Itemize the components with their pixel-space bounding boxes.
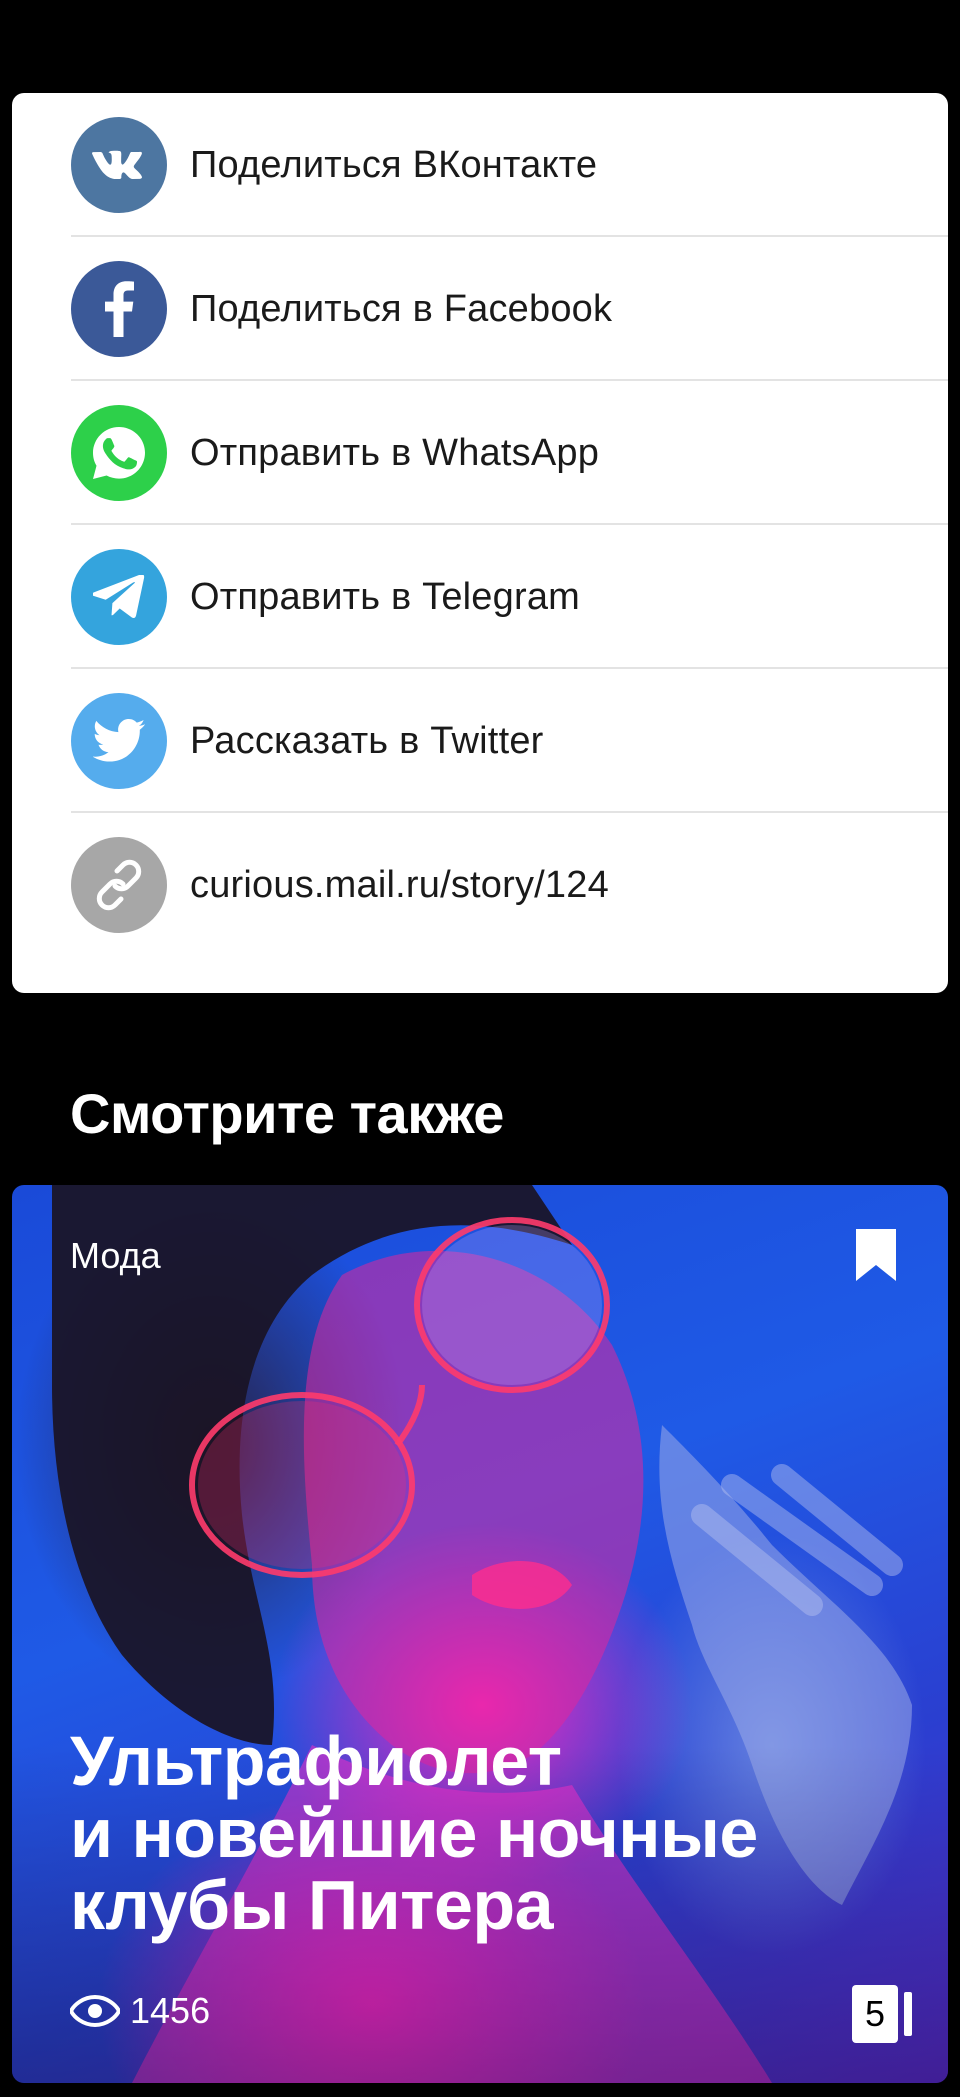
story-title-line: Ультрафиолет (70, 1722, 562, 1800)
vk-icon (71, 117, 167, 213)
share-facebook-label: Поделиться в Facebook (190, 288, 613, 330)
telegram-icon (71, 549, 167, 645)
see-also-title: Смотрите также (70, 1082, 504, 1145)
bookmark-icon[interactable] (856, 1229, 896, 1281)
share-whatsapp-item[interactable]: Отправить в WhatsApp (12, 381, 948, 525)
twitter-icon (71, 693, 167, 789)
slides-stack-icon (904, 1992, 912, 2036)
share-whatsapp-label: Отправить в WhatsApp (190, 432, 600, 474)
share-facebook-item[interactable]: Поделиться в Facebook (12, 237, 948, 381)
share-menu: Поделиться ВКонтакте Поделиться в Facebo… (12, 93, 948, 993)
story-title-line: клубы Питера (70, 1866, 554, 1944)
story-category[interactable]: Мода (70, 1231, 161, 1281)
story-photo (12, 1185, 948, 2083)
slides-count-badge: 5 (852, 1985, 912, 2043)
slides-count: 5 (852, 1985, 898, 2043)
share-vk-item[interactable]: Поделиться ВКонтакте (12, 93, 948, 237)
eye-icon (70, 1995, 120, 2027)
views-counter: 1456 (70, 1985, 210, 2037)
story-title-line: и новейшие ночные (70, 1794, 758, 1872)
link-icon (71, 837, 167, 933)
story-title: Ультрафиолет и новейшие ночные клубы Пит… (70, 1725, 890, 1941)
whatsapp-icon (71, 405, 167, 501)
story-card[interactable]: Мода Ультрафиолет и новейшие ночные клуб… (12, 1185, 948, 2083)
share-vk-label: Поделиться ВКонтакте (190, 144, 598, 186)
views-count: 1456 (130, 1990, 211, 2031)
share-telegram-label: Отправить в Telegram (190, 576, 581, 618)
share-twitter-item[interactable]: Рассказать в Twitter (12, 669, 948, 813)
copy-link-label: curious.mail.ru/story/124 (190, 864, 609, 906)
copy-link-item[interactable]: curious.mail.ru/story/124 (12, 813, 948, 957)
facebook-icon (71, 261, 167, 357)
share-telegram-item[interactable]: Отправить в Telegram (12, 525, 948, 669)
share-twitter-label: Рассказать в Twitter (190, 720, 544, 762)
